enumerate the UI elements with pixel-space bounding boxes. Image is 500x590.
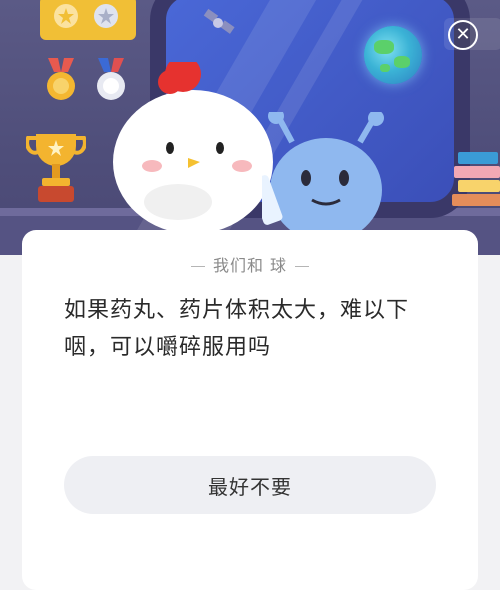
- close-icon: ✕: [455, 24, 471, 45]
- alien-mascot: [262, 112, 384, 230]
- divider: [295, 266, 310, 267]
- question-text: 如果药丸、药片体积太大，难以下咽，可以嚼碎服用吗: [64, 298, 410, 360]
- question-card: 我们和 球 如果药丸、药片体积太大，难以下咽，可以嚼碎服用吗 最好不要: [22, 230, 478, 590]
- satellite-icon: [203, 8, 235, 34]
- chicken-mascot: [113, 62, 273, 232]
- illustration-banner: [0, 0, 500, 255]
- divider: [190, 266, 205, 267]
- books-icon: [452, 152, 500, 206]
- close-button[interactable]: ✕: [448, 20, 478, 50]
- medal-icon: [94, 4, 118, 28]
- medal-icon: [54, 4, 78, 28]
- source-label: 我们和 球: [22, 252, 478, 276]
- trophy-icon: [26, 134, 86, 202]
- answer-button[interactable]: 最好不要: [64, 456, 436, 514]
- globe-icon: [364, 26, 422, 84]
- gold-medal-icon: [47, 58, 75, 100]
- medal-display: [40, 0, 136, 40]
- source-text: 我们和 球: [212, 256, 288, 275]
